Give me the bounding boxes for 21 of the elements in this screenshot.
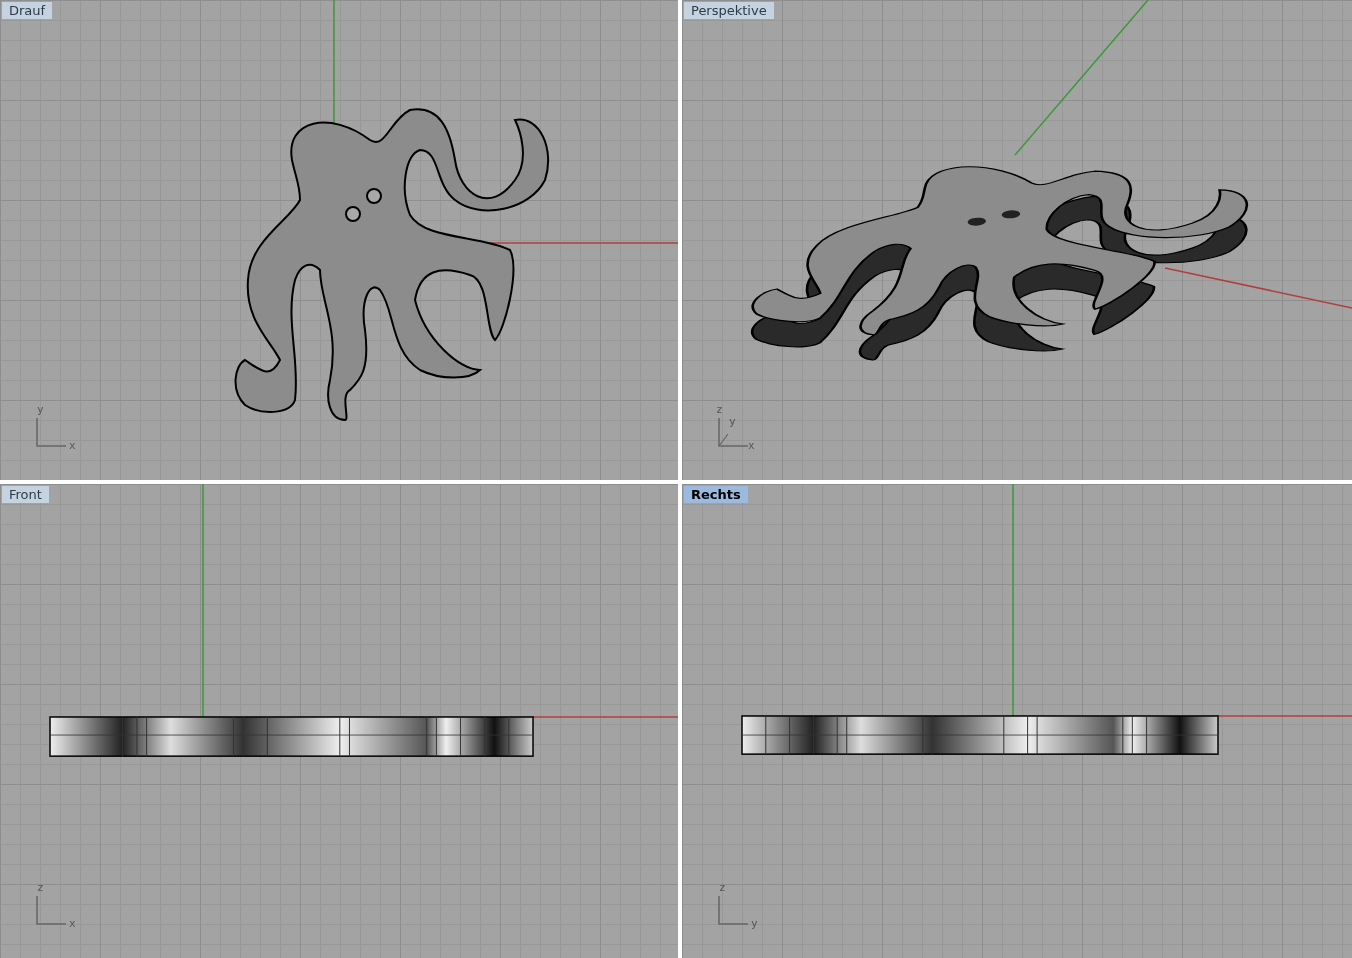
axis-icon (34, 894, 68, 926)
viewport[interactable]: Rechts z y (682, 484, 1352, 958)
axis-label: x (748, 440, 755, 451)
axis-label: y (729, 416, 736, 427)
viewport-tab[interactable]: Front (2, 486, 49, 503)
axis-label: x (69, 440, 76, 451)
viewport[interactable]: Front z x (0, 484, 678, 958)
axis-icon (716, 416, 750, 448)
axis-label: x (69, 918, 76, 929)
viewport[interactable]: Drauf y x (0, 0, 678, 480)
viewport-tab[interactable]: Perspektive (684, 2, 774, 19)
axis-icon (716, 894, 750, 926)
viewport-tab[interactable]: Drauf (2, 2, 53, 19)
axis-label: z (716, 404, 723, 415)
axis-label: z (719, 882, 726, 893)
axis-label: y (37, 404, 44, 415)
viewport-tab[interactable]: Rechts (684, 486, 748, 503)
viewport[interactable]: Perspektive z y x (682, 0, 1352, 480)
axis-icon (34, 416, 68, 448)
axis-label: z (37, 882, 44, 893)
axis-label: y (751, 918, 758, 929)
